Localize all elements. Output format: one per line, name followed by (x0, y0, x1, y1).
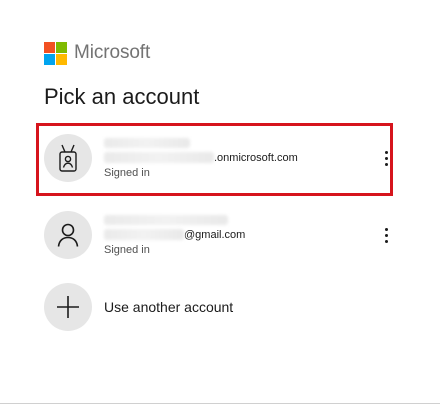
badge-icon (59, 144, 77, 172)
use-another-account-button[interactable]: Use another account (44, 283, 394, 331)
account-name-redacted (104, 137, 190, 148)
account-status: Signed in (104, 243, 150, 256)
email-suffix: @gmail.com (184, 228, 246, 241)
add-account-avatar (44, 283, 92, 331)
account-avatar (44, 211, 92, 259)
account-name-redacted (104, 214, 228, 225)
more-options-icon[interactable] (378, 223, 394, 247)
more-options-icon[interactable] (378, 146, 394, 170)
page-title: Pick an account (44, 84, 200, 109)
account-item-gmail[interactable]: @gmail.com Signed in (44, 211, 394, 259)
account-picker: Microsoft Pick an account .onmicrosoft.c… (0, 0, 440, 404)
account-item-work[interactable]: .onmicrosoft.com Signed in (44, 134, 394, 182)
brand-name: Microsoft (74, 42, 151, 63)
account-status: Signed in (104, 166, 150, 179)
account-email: .onmicrosoft.com (104, 152, 370, 164)
plus-icon (57, 296, 79, 318)
account-details: .onmicrosoft.com Signed in (104, 137, 370, 179)
account-avatar (44, 134, 92, 182)
person-icon (57, 223, 79, 247)
account-email: @gmail.com (104, 229, 370, 241)
microsoft-logo-icon (44, 41, 67, 65)
email-suffix: .onmicrosoft.com (214, 151, 298, 164)
brand-header: Microsoft (44, 41, 150, 65)
email-redacted (104, 152, 214, 163)
email-redacted (104, 229, 184, 240)
account-details: @gmail.com Signed in (104, 214, 370, 256)
use-another-account-label: Use another account (104, 299, 234, 315)
